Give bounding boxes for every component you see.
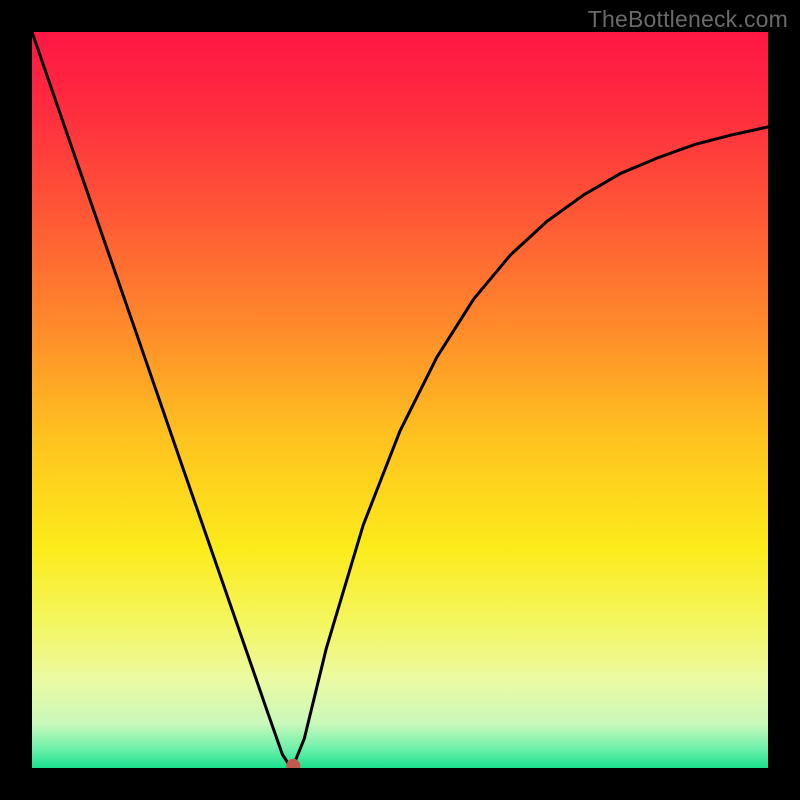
chart-frame: TheBottleneck.com (0, 0, 800, 800)
gradient-background (32, 32, 768, 768)
plot-area (32, 32, 768, 768)
chart-canvas (32, 32, 768, 768)
watermark-text: TheBottleneck.com (588, 6, 788, 33)
